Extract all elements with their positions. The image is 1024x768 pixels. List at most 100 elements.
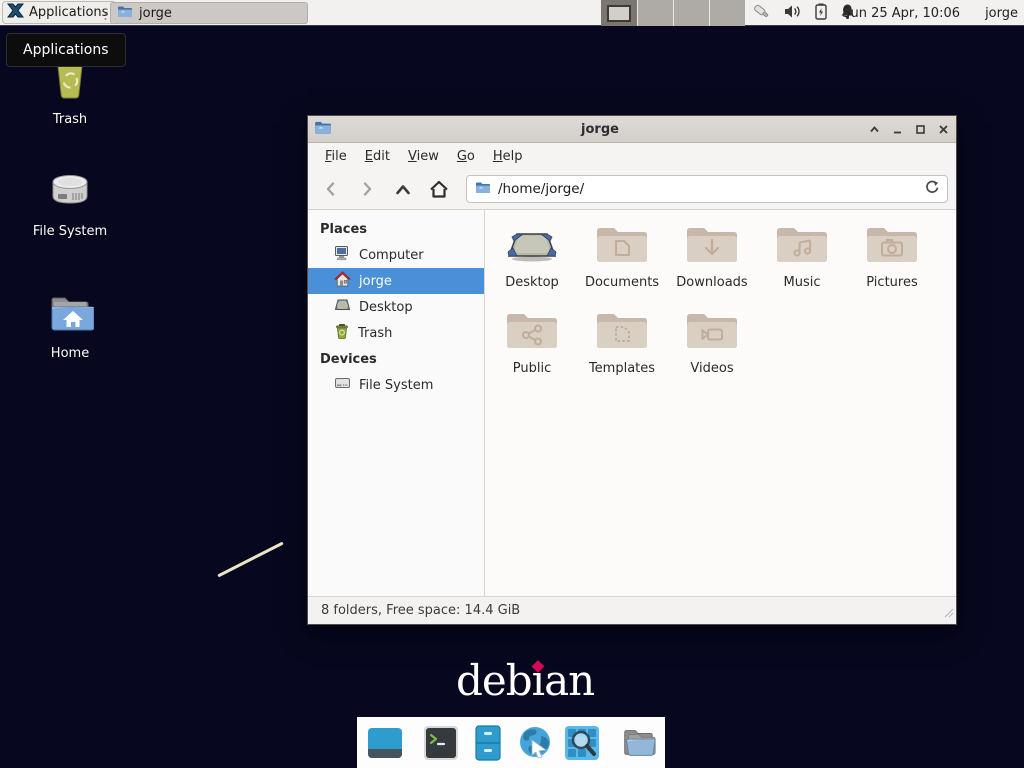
debian-logo: debian	[456, 660, 594, 702]
file-item-music[interactable]: Music	[775, 224, 829, 290]
dock	[357, 717, 665, 768]
drive-icon	[334, 376, 351, 394]
desktop-icon-label: File System	[33, 224, 107, 239]
back-button[interactable]	[316, 175, 346, 203]
debian-logo-text: deb	[456, 656, 532, 705]
menubar: File Edit View Go Help	[308, 143, 956, 169]
sidebar-item-desktop[interactable]: Desktop	[308, 294, 484, 320]
up-button[interactable]	[388, 175, 418, 203]
templates-folder-icon	[595, 310, 649, 356]
file-cabinet-icon[interactable]	[469, 724, 507, 762]
sidebar-item-file-system[interactable]: File System	[308, 372, 484, 398]
file-item-pictures[interactable]: Pictures	[865, 224, 919, 290]
desktop-icon-filesystem[interactable]: File System	[15, 168, 125, 239]
sidebar-item-label: jorge	[359, 274, 392, 289]
battery-icon[interactable]	[815, 3, 827, 24]
taskbar-window-button[interactable]: jorge	[110, 2, 308, 24]
applications-menu-button[interactable]: Applications	[2, 1, 116, 24]
file-item-public[interactable]: Public	[505, 310, 559, 376]
videos-folder-icon	[685, 310, 739, 356]
sidebar-item-label: Desktop	[359, 300, 413, 315]
file-item-downloads[interactable]: Downloads	[676, 224, 747, 290]
menu-help[interactable]: Help	[484, 145, 532, 168]
panel-clock[interactable]: Sun 25 Apr, 10:06	[842, 0, 960, 26]
file-item-desktop[interactable]: Desktop	[505, 224, 559, 290]
screenshot-tool-icon[interactable]	[752, 3, 771, 24]
applications-menu-label: Applications	[29, 5, 108, 20]
menu-view[interactable]: View	[399, 145, 448, 168]
debian-red-diamond	[531, 660, 544, 673]
workspace-3[interactable]	[673, 0, 709, 26]
desktop-icon-label: Home	[51, 346, 89, 361]
sidebar-item-jorge[interactable]: jorge	[308, 268, 484, 294]
file-item-label: Music	[784, 275, 821, 290]
home-icon	[334, 271, 351, 291]
sidebar: Places Computer	[308, 210, 485, 596]
downloads-folder-icon	[685, 224, 739, 270]
sidebar-devices-header: Devices	[308, 346, 484, 372]
terminal-icon[interactable]	[422, 724, 460, 762]
desktop-icon-home[interactable]: Home	[15, 292, 125, 361]
app-finder-icon[interactable]	[563, 724, 601, 762]
system-tray	[752, 0, 855, 26]
toolbar: /home/jorge/	[308, 169, 956, 210]
sidebar-item-computer[interactable]: Computer	[308, 242, 484, 268]
folder-icon	[475, 181, 491, 198]
file-item-label: Documents	[585, 275, 659, 290]
music-folder-icon	[775, 224, 829, 270]
file-item-videos[interactable]: Videos	[685, 310, 739, 376]
home-button[interactable]	[424, 175, 454, 203]
menu-go[interactable]: Go	[448, 145, 484, 168]
workspace-window-preview	[607, 5, 631, 22]
volume-icon[interactable]	[784, 4, 802, 23]
panel-username[interactable]: jorge	[985, 0, 1018, 26]
file-item-templates[interactable]: Templates	[589, 310, 655, 376]
menu-edit[interactable]: Edit	[356, 145, 399, 168]
location-path[interactable]: /home/jorge/	[498, 181, 917, 197]
maximize-button[interactable]	[914, 123, 927, 136]
file-manager-icon[interactable]	[619, 724, 657, 762]
menu-file[interactable]: File	[316, 145, 356, 168]
home-folder-icon	[46, 292, 94, 340]
workspace-1[interactable]	[601, 0, 637, 26]
show-desktop-icon[interactable]	[366, 724, 404, 762]
workspace-2[interactable]	[637, 0, 673, 26]
location-bar[interactable]: /home/jorge/	[466, 175, 948, 203]
file-item-label: Public	[513, 361, 551, 376]
sidebar-item-label: File System	[359, 378, 433, 393]
minimize-button[interactable]	[891, 123, 904, 136]
workspace-4[interactable]	[709, 0, 745, 26]
statusbar: 8 folders, Free space: 14.4 GiB	[308, 596, 956, 624]
resize-grip[interactable]	[944, 607, 954, 622]
taskbar-window-label: jorge	[139, 6, 172, 21]
reload-icon[interactable]	[924, 180, 939, 199]
window-titlebar[interactable]: jorge	[308, 116, 956, 143]
window-folder-icon	[314, 120, 332, 139]
file-item-documents[interactable]: Documents	[585, 224, 659, 290]
file-item-label: Downloads	[676, 275, 747, 290]
sidebar-item-trash[interactable]: Trash	[308, 320, 484, 346]
desktop-icon	[334, 297, 351, 317]
sidebar-places-header: Places	[308, 216, 484, 242]
pictures-folder-icon	[865, 224, 919, 270]
window-title: jorge	[332, 122, 868, 137]
file-item-label: Desktop	[505, 275, 559, 290]
close-button[interactable]	[937, 123, 950, 136]
documents-folder-icon	[595, 224, 649, 270]
file-item-label: Templates	[589, 361, 655, 376]
public-folder-icon	[505, 310, 559, 356]
folder-icon	[117, 5, 133, 22]
file-manager-window: jorge File Edit View Go Help	[307, 115, 957, 625]
panel-handle[interactable]	[103, 6, 108, 25]
status-text: 8 folders, Free space: 14.4 GiB	[321, 603, 520, 618]
forward-button[interactable]	[352, 175, 382, 203]
debian-logo-text: i	[532, 656, 544, 705]
computer-icon	[334, 245, 351, 265]
file-item-label: Pictures	[866, 275, 917, 290]
web-browser-icon[interactable]	[516, 724, 554, 762]
workspace-pager[interactable]	[601, 0, 745, 26]
xfce-applications-icon	[7, 2, 24, 23]
desktop-workspace-icon	[505, 224, 559, 270]
file-view[interactable]: Desktop Documents	[485, 210, 956, 596]
shade-button[interactable]	[868, 123, 881, 136]
